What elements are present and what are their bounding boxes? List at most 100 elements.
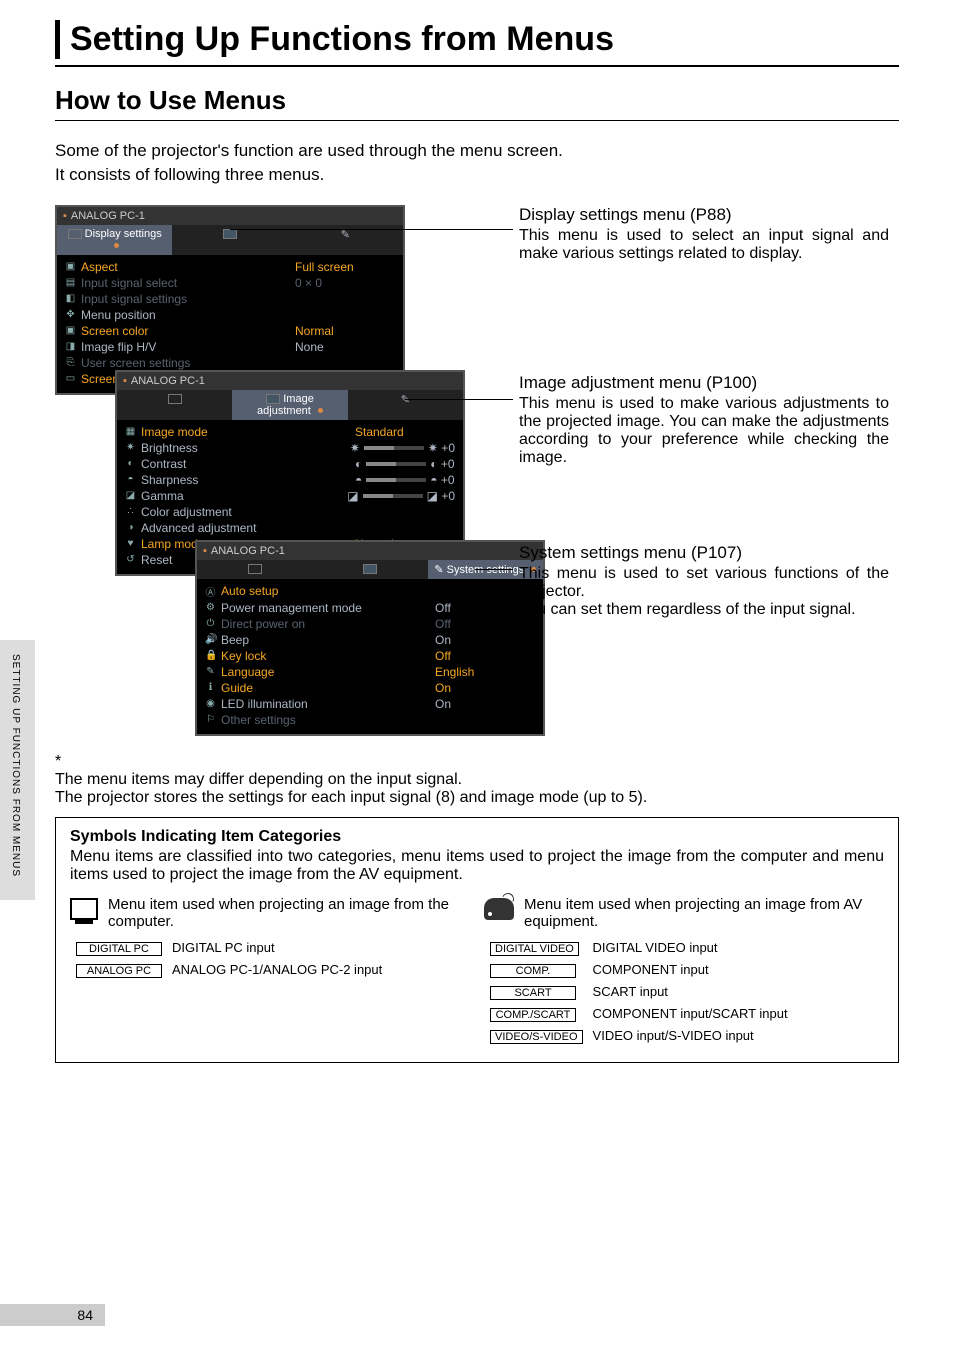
row-value bbox=[295, 308, 395, 322]
row-icon: ◓ bbox=[125, 474, 136, 485]
osd-row: ⎘User screen settings bbox=[65, 355, 395, 371]
osd-tab-label: System settings bbox=[447, 564, 525, 576]
input-tag: SCART bbox=[490, 986, 576, 1000]
row-label: Other settings bbox=[221, 713, 296, 727]
av-tag-table: DIGITAL VIDEODIGITAL VIDEO inputCOMP.COM… bbox=[484, 936, 794, 1048]
row-label: Power management mode bbox=[221, 601, 362, 615]
osd-row: ⒶAuto setup bbox=[205, 583, 535, 600]
row-icon: ✎ bbox=[205, 666, 216, 677]
row-value: 0 × 0 bbox=[295, 276, 395, 290]
osd-row: ◑Advanced adjustment bbox=[125, 520, 455, 536]
desc-heading: System settings menu (P107) bbox=[519, 543, 889, 563]
row-value: Normal bbox=[295, 324, 395, 338]
symbols-intro: Menu items are classified into two categ… bbox=[70, 848, 884, 884]
desc-body: This menu is used to make various adjust… bbox=[519, 395, 889, 467]
av-caption: Menu item used when projecting an image … bbox=[524, 896, 884, 930]
row-value: ✷✷ +0 bbox=[350, 441, 455, 455]
row-icon: ◧ bbox=[65, 293, 76, 304]
row-icon: ⚙ bbox=[205, 602, 216, 613]
row-label: Direct power on bbox=[221, 617, 305, 631]
row-value: None bbox=[295, 340, 395, 354]
row-icon: ▭ bbox=[65, 373, 76, 384]
osd-tab-inactive bbox=[117, 390, 232, 420]
row-label: Beep bbox=[221, 633, 249, 647]
row-value: ◪◪ +0 bbox=[347, 489, 455, 503]
row-label: Reset bbox=[141, 553, 172, 567]
row-icon: ◐ bbox=[125, 458, 136, 469]
row-icon: ⎘ bbox=[65, 357, 76, 368]
row-value bbox=[355, 505, 455, 519]
osd-row: ✎LanguageEnglish bbox=[205, 664, 535, 680]
connector-line bbox=[405, 399, 513, 400]
tag-row: DIGITAL PC DIGITAL PC input bbox=[72, 938, 386, 958]
osd-row: ◉LED illuminationOn bbox=[205, 696, 535, 712]
row-label: Key lock bbox=[221, 649, 266, 663]
page-title: Setting Up Functions from Menus bbox=[70, 20, 899, 59]
row-value bbox=[435, 713, 535, 727]
row-icon: ↺ bbox=[125, 554, 136, 565]
row-label: Input signal settings bbox=[81, 292, 187, 306]
footnote-line: The projector stores the settings for ea… bbox=[55, 789, 647, 806]
tag-row: DIGITAL VIDEODIGITAL VIDEO input bbox=[486, 938, 792, 958]
side-tab-label: SETTING UP FUNCTIONS FROM MENUS bbox=[10, 654, 21, 877]
row-icon: ♥ bbox=[125, 538, 136, 549]
osd-row: ▣Screen colorNormal bbox=[65, 323, 395, 339]
symbols-box: Symbols Indicating Item Categories Menu … bbox=[55, 817, 899, 1063]
row-icon: 🔊 bbox=[205, 634, 216, 645]
pc-column: Menu item used when projecting an image … bbox=[70, 896, 470, 1048]
desc-display: Display settings menu (P88) This menu is… bbox=[519, 205, 889, 263]
row-icon: ◨ bbox=[65, 341, 76, 352]
input-desc: DIGITAL PC input bbox=[168, 938, 386, 958]
input-tag: ANALOG PC bbox=[76, 964, 162, 978]
row-label: Color adjustment bbox=[141, 505, 232, 519]
side-tab: SETTING UP FUNCTIONS FROM MENUS bbox=[0, 640, 35, 900]
row-label: Sharpness bbox=[141, 473, 198, 487]
osd-row: ⚐Other settings bbox=[205, 712, 535, 728]
row-value bbox=[295, 356, 395, 370]
row-value: On bbox=[435, 633, 535, 647]
osd-row: ◧ Input signal settings bbox=[65, 291, 395, 307]
pc-tag-table: DIGITAL PCDIGITAL PC inputANALOG PCANALO… bbox=[70, 936, 388, 982]
tag-row: COMP.COMPONENT input bbox=[486, 960, 792, 980]
osd-row: ▦Image modeStandard bbox=[125, 424, 455, 440]
desc-heading: Image adjustment menu (P100) bbox=[519, 373, 889, 393]
osd-row: ◨Image flip H/VNone bbox=[65, 339, 395, 355]
row-label: Contrast bbox=[141, 457, 186, 471]
row-icon: ▣ bbox=[65, 325, 76, 336]
intro-text: Some of the projector's function are use… bbox=[55, 139, 899, 187]
footnote-line: The menu items may differ depending on t… bbox=[55, 771, 462, 788]
osd-body: ⒶAuto setup⚙Power management modeOff⏻Dir… bbox=[197, 579, 543, 734]
osd-tab-display: Display settings bbox=[57, 225, 172, 255]
tag-row: VIDEO/S-VIDEOVIDEO input/S-VIDEO input bbox=[486, 1026, 792, 1046]
footnote-mark: * bbox=[55, 753, 77, 771]
row-value: ◓◓ +0 bbox=[355, 473, 455, 487]
row-icon: ℹ bbox=[205, 682, 216, 693]
menu-diagram: ▪ANALOG PC-1 Display settings ✎ ▣ Aspect F… bbox=[55, 205, 899, 735]
row-label: Brightness bbox=[141, 441, 198, 455]
tag-row: SCART SCART input bbox=[486, 982, 792, 1002]
row-icon: ◪ bbox=[125, 490, 136, 501]
row-icon: ⏻ bbox=[205, 618, 216, 629]
connector-line bbox=[230, 229, 513, 230]
row-label: Menu position bbox=[81, 308, 156, 322]
intro-line: It consists of following three menus. bbox=[55, 165, 324, 184]
row-value: Full screen bbox=[295, 260, 395, 274]
page-number-tab: 84 bbox=[0, 1304, 105, 1326]
row-label: Aspect bbox=[81, 260, 118, 274]
desc-body: This menu is used to select an input sig… bbox=[519, 227, 889, 263]
input-tag: VIDEO/S-VIDEO bbox=[490, 1030, 583, 1044]
row-value: ◐◐ +0 bbox=[355, 457, 455, 471]
input-tag: COMP./SCART bbox=[490, 1008, 576, 1022]
osd-header: ▪ANALOG PC-1 bbox=[57, 207, 403, 225]
osd-row: ⏻Direct power onOff bbox=[205, 616, 535, 632]
input-desc: SCART input bbox=[589, 982, 792, 1002]
row-label: Advanced adjustment bbox=[141, 521, 256, 535]
row-icon: ▦ bbox=[125, 426, 136, 437]
input-tag: DIGITAL PC bbox=[76, 942, 162, 956]
osd-row: ✥Menu position bbox=[65, 307, 395, 323]
osd-tab-label: Display settings bbox=[85, 228, 162, 240]
row-icon: ▣ bbox=[65, 261, 76, 272]
row-label: Image mode bbox=[141, 425, 208, 439]
intro-line: Some of the projector's function are use… bbox=[55, 141, 563, 160]
osd-row: ◓ Sharpness ◓◓ +0 bbox=[125, 472, 455, 488]
